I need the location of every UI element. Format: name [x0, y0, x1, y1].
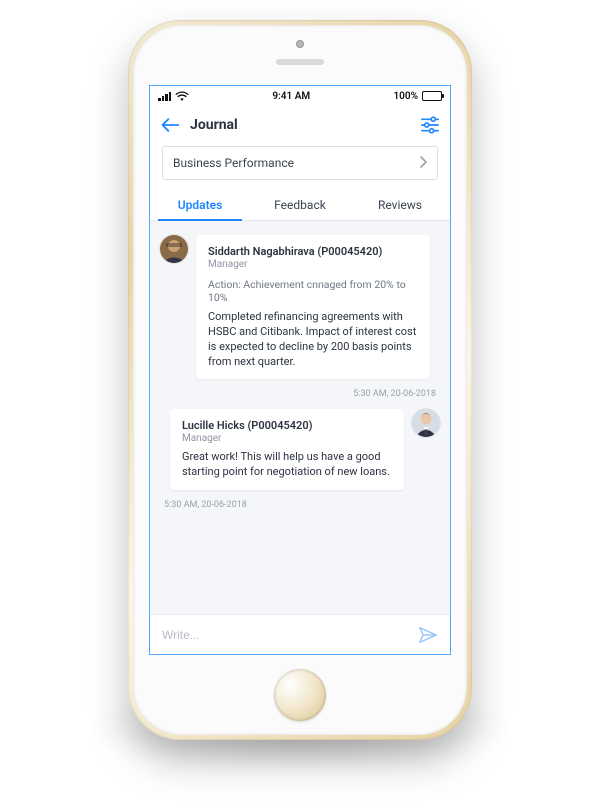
speaker: [276, 59, 324, 65]
message-role: Manager: [208, 259, 418, 270]
filter-icon[interactable]: [420, 116, 440, 134]
message-author: Lucille Hicks (P00045420): [182, 419, 392, 432]
tab-reviews[interactable]: Reviews: [350, 188, 450, 220]
status-bar: 9:41 AM 100%: [150, 86, 450, 106]
message-action: Action: Achievement cnnaged from 20% to …: [208, 278, 418, 304]
avatar: [412, 409, 440, 437]
composer: [150, 614, 450, 654]
tab-updates[interactable]: Updates: [150, 188, 250, 220]
composer-input[interactable]: [162, 628, 408, 642]
message-item: Siddarth Nagabhirava (P00045420) Manager…: [160, 235, 440, 379]
front-camera: [296, 40, 304, 48]
chevron-right-icon: [419, 156, 427, 171]
avatar: [160, 235, 188, 263]
battery-percent: 100%: [393, 91, 418, 102]
category-selector[interactable]: Business Performance: [162, 146, 438, 180]
tabs: Updates Feedback Reviews: [150, 188, 450, 221]
message-item: Lucille Hicks (P00045420) Manager Great …: [160, 409, 440, 490]
status-time: 9:41 AM: [272, 91, 310, 102]
message-role: Manager: [182, 433, 392, 444]
feed: Siddarth Nagabhirava (P00045420) Manager…: [150, 221, 450, 614]
message-bubble: Siddarth Nagabhirava (P00045420) Manager…: [196, 235, 430, 379]
message-timestamp: 5:30 AM, 20-06-2018: [160, 500, 440, 510]
screen: 9:41 AM 100% Journal: [149, 85, 451, 655]
message-bubble: Lucille Hicks (P00045420) Manager Great …: [170, 409, 404, 490]
send-icon[interactable]: [418, 626, 438, 644]
phone-bezel: 9:41 AM 100% Journal: [133, 25, 467, 735]
wifi-icon: [175, 91, 189, 101]
phone-frame: 9:41 AM 100% Journal: [128, 20, 472, 740]
home-button[interactable]: [274, 669, 326, 721]
message-timestamp: 5:30 AM, 20-06-2018: [160, 389, 440, 399]
app-header: Journal: [150, 106, 450, 144]
message-body: Great work! This will help us have a goo…: [182, 450, 392, 480]
message-body: Completed refinancing agreements with HS…: [208, 310, 418, 369]
message-author: Siddarth Nagabhirava (P00045420): [208, 245, 418, 258]
page-title: Journal: [190, 117, 410, 133]
back-arrow-icon[interactable]: [160, 117, 180, 133]
signal-icon: [158, 92, 171, 101]
battery-icon: [422, 91, 442, 101]
tab-feedback[interactable]: Feedback: [250, 188, 350, 220]
category-label: Business Performance: [173, 156, 413, 170]
